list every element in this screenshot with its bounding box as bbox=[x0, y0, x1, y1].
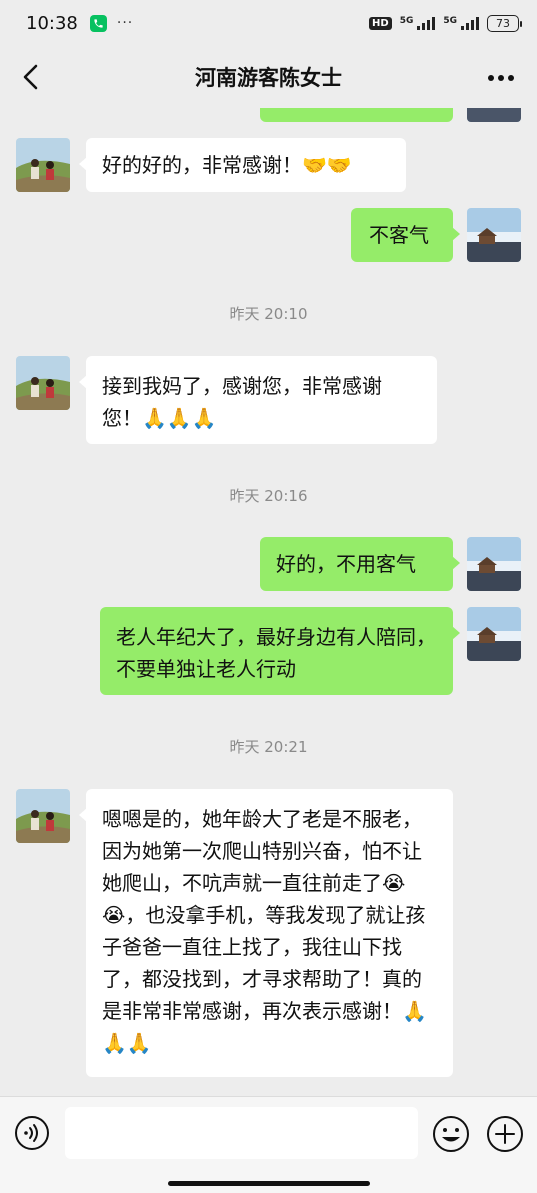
notification-dots: ··· bbox=[116, 15, 134, 31]
message-bubble-partial[interactable] bbox=[260, 108, 453, 122]
status-indicators: HD 5G 5G 73 bbox=[369, 14, 522, 32]
hd-badge: HD bbox=[369, 16, 392, 30]
message-text: 好的好的，非常感谢！🤝🤝 bbox=[102, 153, 352, 177]
message-text: 嗯嗯是的，她年龄大了老是不服老，因为她第一次爬山特别兴奋，怕不让她爬山，不吭声就… bbox=[102, 807, 427, 1055]
status-bar: 10:38 ··· HD 5G 5G 73 bbox=[0, 0, 537, 46]
chat-title: 河南游客陈女士 bbox=[195, 66, 342, 90]
message-input[interactable] bbox=[65, 1107, 418, 1159]
voice-icon[interactable] bbox=[14, 1115, 50, 1151]
more-dots-icon[interactable] bbox=[485, 64, 517, 92]
network-label: 5G bbox=[399, 16, 414, 26]
chat-header: 河南游客陈女士 bbox=[0, 46, 537, 108]
message-bubble[interactable]: 接到我妈了，感谢您，非常感谢您！🙏🙏🙏 bbox=[79, 356, 437, 444]
battery-icon: 73 bbox=[487, 14, 522, 32]
input-bar bbox=[0, 1096, 537, 1193]
battery-level: 73 bbox=[496, 16, 510, 30]
my-avatar[interactable] bbox=[467, 607, 521, 661]
message-text: 不客气 bbox=[369, 223, 429, 247]
contact-avatar[interactable] bbox=[16, 356, 70, 410]
message-bubble[interactable]: 不客气 bbox=[351, 208, 460, 262]
timestamp: 昨天 20:21 bbox=[229, 738, 308, 756]
signal-icon: 5G bbox=[443, 16, 479, 30]
my-avatar[interactable] bbox=[467, 208, 521, 262]
message-bubble[interactable]: 老人年纪大了，最好身边有人陪同，不要单独让老人行动 bbox=[100, 607, 460, 695]
add-icon[interactable] bbox=[486, 1115, 524, 1153]
message-bubble[interactable]: 好的，不用客气 bbox=[260, 537, 460, 591]
timestamp: 昨天 20:16 bbox=[229, 487, 308, 505]
home-indicator bbox=[168, 1181, 370, 1186]
network-label: 5G bbox=[443, 16, 457, 26]
my-avatar[interactable] bbox=[467, 108, 521, 122]
message-text: 老人年纪大了，最好身边有人陪同，不要单独让老人行动 bbox=[116, 625, 436, 681]
signal-icon: 5G bbox=[400, 16, 436, 30]
back-arrow-icon[interactable] bbox=[14, 60, 46, 94]
contact-avatar[interactable] bbox=[16, 789, 70, 843]
status-time: 10:38 bbox=[26, 12, 78, 34]
contact-avatar[interactable] bbox=[16, 138, 70, 192]
message-text: 接到我妈了，感谢您，非常感谢您！🙏🙏🙏 bbox=[102, 374, 382, 430]
my-avatar[interactable] bbox=[467, 537, 521, 591]
message-bubble[interactable]: 好的好的，非常感谢！🤝🤝 bbox=[79, 138, 406, 192]
chat-list[interactable]: 好的好的，非常感谢！🤝🤝 不客气 昨天 20:10 接到我妈了，感谢您，非常感谢… bbox=[0, 108, 537, 1096]
timestamp: 昨天 20:10 bbox=[229, 305, 308, 323]
phone-icon bbox=[89, 14, 107, 32]
message-bubble[interactable]: 嗯嗯是的，她年龄大了老是不服老，因为她第一次爬山特别兴奋，怕不让她爬山，不吭声就… bbox=[79, 789, 453, 1077]
emoji-icon[interactable] bbox=[432, 1115, 470, 1153]
message-text: 好的，不用客气 bbox=[276, 552, 416, 576]
